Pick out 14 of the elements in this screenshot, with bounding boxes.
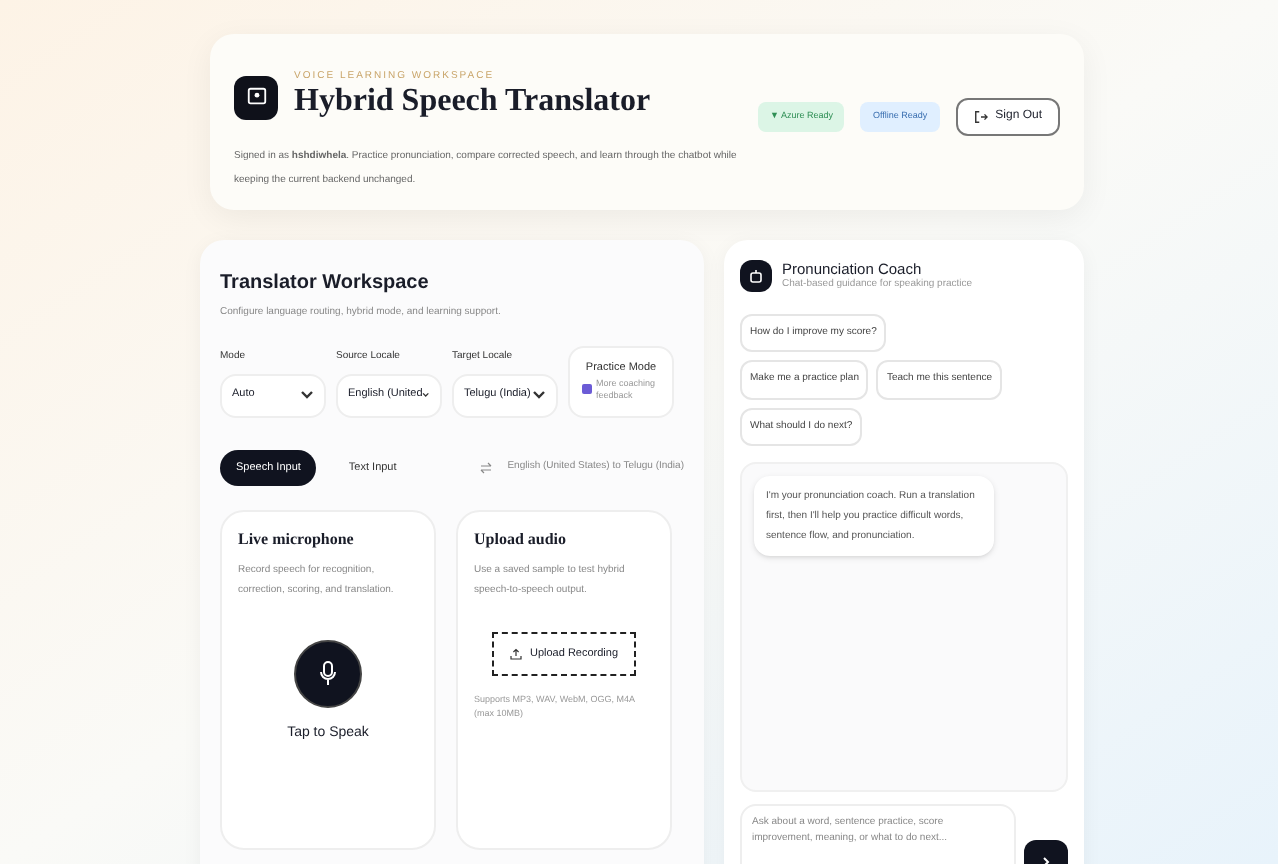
logout-icon <box>973 110 988 124</box>
chevron-icon <box>300 390 314 400</box>
card-title: Upload audio <box>474 527 569 552</box>
card-title: Live microphone <box>238 527 356 552</box>
app-title: Hybrid Speech Translator <box>294 82 651 122</box>
practice-checkbox[interactable] <box>582 384 592 395</box>
microphone-icon <box>318 659 338 688</box>
coach-icon <box>740 260 772 293</box>
logo-icon <box>234 75 278 119</box>
swap-icon <box>479 461 492 474</box>
workspace-title: Translator Workspace <box>220 270 431 298</box>
upload-icon <box>509 647 522 660</box>
microphone-button[interactable] <box>294 639 362 708</box>
chevron-icon <box>532 390 546 400</box>
